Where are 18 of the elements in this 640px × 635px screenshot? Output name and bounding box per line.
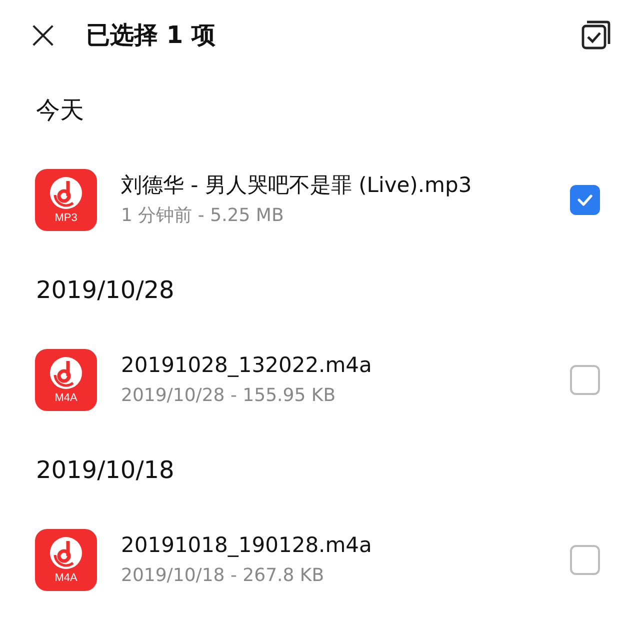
checkbox[interactable] xyxy=(570,545,600,575)
file-name: 20191018_190128.m4a xyxy=(121,532,373,559)
file-details: 2019/10/18 - 267.8 KB xyxy=(121,564,326,588)
file-name: 刘德华 - 男人哭吧不是罪 (Live).mp3 xyxy=(121,172,473,199)
file-name: 20191028_132022.m4a xyxy=(121,352,373,379)
date-heading: 2019/10/28 xyxy=(36,275,174,306)
checkbox[interactable] xyxy=(570,365,600,395)
checkbox[interactable] xyxy=(570,185,600,215)
audio-file-icon: M4A xyxy=(35,529,97,591)
file-details: 1 分钟前 - 5.25 MB xyxy=(121,204,285,228)
audio-file-icon: M4A xyxy=(35,349,97,411)
date-heading: 2019/10/18 xyxy=(36,455,174,486)
selection-title: 已选择 1 项 xyxy=(86,20,216,51)
audio-file-icon: MP3 xyxy=(35,169,97,231)
date-heading: 今天 xyxy=(36,95,84,126)
select-all-icon[interactable] xyxy=(580,19,612,51)
close-button[interactable]: × xyxy=(28,15,58,55)
file-details: 2019/10/28 - 155.95 KB xyxy=(121,384,337,408)
